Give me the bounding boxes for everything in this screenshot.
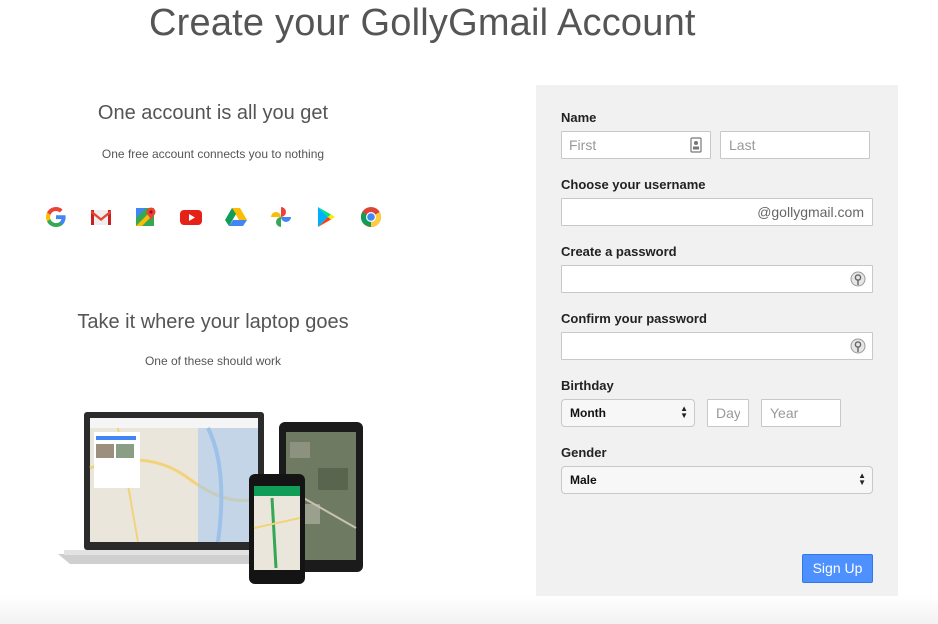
password-field[interactable]	[561, 265, 873, 293]
gender-label: Gender	[561, 445, 607, 460]
maps-icon	[136, 207, 156, 226]
google-g-icon	[46, 207, 66, 227]
first-name-field-wrap	[561, 131, 711, 159]
birthday-day-input[interactable]	[707, 399, 749, 427]
app-icons-row	[44, 205, 383, 229]
gender-select-value: Male	[570, 473, 597, 487]
sign-up-button[interactable]: Sign Up	[802, 554, 873, 583]
youtube-icon	[180, 210, 202, 225]
birthday-month-select[interactable]: Month ▲ ▼	[561, 399, 695, 427]
page-title: Create your GollyGmail Account	[149, 2, 696, 44]
password-key-icon[interactable]	[850, 271, 866, 287]
page-bottom-shade	[0, 596, 938, 624]
select-arrows-icon: ▲ ▼	[680, 404, 688, 420]
promo-subheading-one-account: One free account connects you to nothing	[101, 147, 325, 161]
username-field[interactable]: @gollygmail.com	[561, 198, 873, 226]
contact-card-icon[interactable]	[688, 137, 704, 153]
username-domain-suffix: @gollygmail.com	[757, 204, 864, 220]
confirm-password-field[interactable]	[561, 332, 873, 360]
photos-icon	[271, 207, 291, 227]
password-label: Create a password	[561, 244, 677, 259]
birthday-year-input[interactable]	[761, 399, 841, 427]
promo-subheading-laptop: One of these should work	[144, 354, 282, 368]
select-arrows-icon: ▲ ▼	[858, 471, 866, 487]
gmail-icon	[91, 210, 111, 225]
devices-illustration	[58, 412, 363, 584]
promo-heading-one-account: One account is all you get	[97, 102, 329, 124]
username-label: Choose your username	[561, 177, 706, 192]
month-select-value: Month	[570, 406, 606, 420]
last-name-input[interactable]	[720, 131, 870, 159]
play-store-icon	[318, 207, 335, 227]
chrome-icon	[360, 207, 382, 228]
name-label: Name	[561, 110, 597, 125]
drive-icon	[225, 208, 247, 226]
promo-heading-laptop: Take it where your laptop goes	[77, 311, 349, 333]
gender-select[interactable]: Male ▲ ▼	[561, 466, 873, 494]
password-key-icon[interactable]	[850, 338, 866, 354]
confirm-password-label: Confirm your password	[561, 311, 707, 326]
birthday-label: Birthday	[561, 378, 614, 393]
